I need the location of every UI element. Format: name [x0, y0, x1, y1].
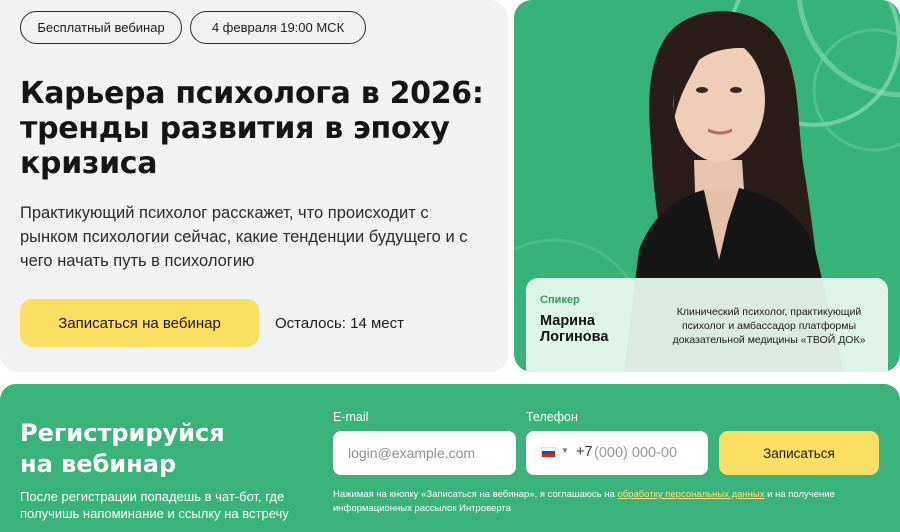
speaker-card: Спикер Марина Логинова Клинический психо… — [514, 0, 900, 372]
speaker-label: Спикер — [540, 294, 580, 306]
personal-data-link[interactable]: обработку персональных данных — [617, 489, 764, 500]
page-title: Карьера психолога в 2026: тренды развити… — [20, 76, 490, 181]
russia-flag-icon[interactable] — [541, 447, 556, 458]
phone-field: ▼ +7 — [526, 431, 708, 475]
registration-title-line: Регистрируйся — [20, 419, 225, 447]
speaker-name: Марина Логинова — [540, 313, 640, 345]
email-field[interactable] — [333, 431, 516, 475]
consent-prefix: Нажимая на кнопку «Записаться на вебинар… — [333, 489, 618, 500]
phone-label: Телефон — [526, 410, 578, 424]
webinar-date-badge: 4 февраля 19:00 МСК — [190, 11, 366, 44]
phone-input[interactable] — [594, 431, 708, 475]
registration-note: После регистрации попадешь в чат-бот, гд… — [20, 489, 289, 521]
speaker-info-panel: Спикер Марина Логинова Клинический психо… — [526, 278, 888, 372]
submit-button[interactable]: Записаться — [719, 431, 879, 475]
title-line: Карьера психолога в 2026: — [20, 76, 484, 111]
registration-title-line: на вебинар — [20, 450, 177, 478]
speaker-name-line: Логинова — [540, 329, 609, 345]
phone-country-code: +7 — [576, 444, 593, 460]
speaker-name-line: Марина — [540, 313, 595, 329]
email-label: E-mail — [333, 410, 369, 424]
webinar-info-card: Бесплатный вебинар 4 февраля 19:00 МСК К… — [0, 0, 508, 372]
title-line: тренды развития в эпоху — [20, 111, 450, 146]
register-webinar-button[interactable]: Записаться на вебинар — [20, 299, 259, 347]
free-webinar-badge: Бесплатный вебинар — [20, 11, 182, 44]
chevron-down-icon[interactable]: ▼ — [561, 446, 569, 455]
title-line: кризиса — [20, 146, 158, 181]
registration-section: Регистрируйся на вебинар После регистрац… — [0, 384, 900, 532]
consent-text: Нажимая на кнопку «Записаться на вебинар… — [333, 488, 853, 516]
seats-left-text: Осталось: 14 мест — [275, 315, 405, 332]
registration-title: Регистрируйся на вебинар — [20, 418, 300, 480]
speaker-role: Клинический психолог, практикующий психо… — [672, 306, 866, 346]
webinar-description: Практикующий психолог расскажет, что про… — [20, 204, 468, 270]
